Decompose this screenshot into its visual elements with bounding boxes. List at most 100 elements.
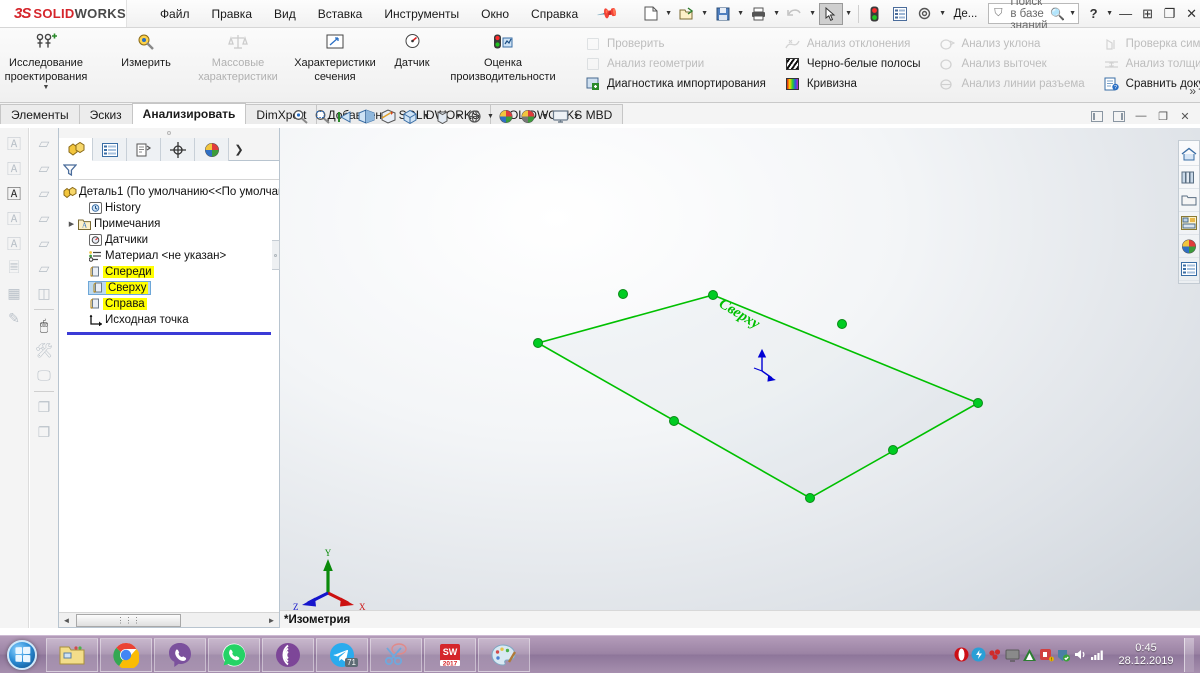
autocad-icon[interactable] <box>1021 645 1038 665</box>
location-dimension-icon[interactable]: 🄰 <box>2 181 26 206</box>
home-icon[interactable] <box>1179 143 1199 166</box>
pushpin-icon[interactable]: 📌 <box>596 2 619 26</box>
restore-button[interactable]: ⊞ <box>1137 3 1159 25</box>
symmetry-check-button[interactable]: Проверка симметрии <box>1099 34 1200 54</box>
geometry-analysis-button[interactable]: Анализ геометрии <box>580 54 772 74</box>
undo-caret-icon[interactable]: ▼ <box>808 3 818 25</box>
doc-minimize-icon[interactable]: — <box>1130 106 1152 126</box>
tab-sketch[interactable]: Эскиз <box>78 104 133 124</box>
tree-node-material[interactable]: Материал <не указан> <box>63 248 279 264</box>
tree-node-part[interactable]: Деталь1 (По умолчанию<<По умолчан <box>63 184 279 200</box>
show-desktop-button[interactable] <box>1184 637 1194 672</box>
save-icon[interactable] <box>711 3 735 25</box>
taskbar-item-windows-explorer[interactable] <box>46 637 98 672</box>
tree-node-annotations[interactable]: ▶ A Примечания <box>63 216 279 232</box>
print-caret-icon[interactable]: ▼ <box>772 3 782 25</box>
menu-item-edit[interactable]: Правка <box>200 3 263 25</box>
search-caret-icon[interactable]: ▼ <box>1068 3 1078 25</box>
doc-restore-icon[interactable]: ❐ <box>1152 106 1174 126</box>
flash-icon[interactable] <box>987 645 1004 665</box>
cascade-windows-icon[interactable]: ❐ <box>32 420 56 445</box>
menu-item-tools[interactable]: Инструменты <box>373 3 470 25</box>
edit-appearance-icon[interactable] <box>464 106 485 127</box>
previous-view-icon[interactable] <box>334 106 355 127</box>
front-plane-icon[interactable]: ▱ <box>32 131 56 156</box>
gear-caret-icon[interactable]: ▼ <box>938 3 948 25</box>
datum-icon[interactable]: 🄰 <box>2 231 26 256</box>
scroll-left-arrow[interactable]: ◄ <box>59 616 74 625</box>
hide-show-items-icon[interactable] <box>432 106 453 127</box>
draft-analysis-button[interactable]: Анализ уклона <box>935 34 1091 54</box>
design-study-button[interactable]: Исследование проектирования ▼ <box>0 28 92 100</box>
undercut-analysis-button[interactable]: Анализ выточек <box>935 54 1091 74</box>
maximize-button[interactable]: ❐ <box>1159 3 1181 25</box>
section-properties-button[interactable]: Характеристики сечения <box>284 28 386 100</box>
rollback-bar[interactable] <box>67 332 271 335</box>
screen-capture-icon[interactable]: 🖵 <box>32 363 56 388</box>
custom-properties-icon[interactable] <box>1179 258 1199 281</box>
menu-item-insert[interactable]: Вставка <box>307 3 374 25</box>
taskbar-clock[interactable]: 0:45 28.12.2019 <box>1114 642 1178 668</box>
hide-show-caret-icon[interactable]: ▼ <box>454 106 463 127</box>
top-plane-icon[interactable]: ▱ <box>32 231 56 256</box>
thickness-analysis-button[interactable]: Анализ толщины <box>1099 54 1200 74</box>
taskbar-item-viber[interactable] <box>154 637 206 672</box>
restore-left-icon[interactable] <box>1086 106 1108 126</box>
sensor-button[interactable]: Датчик <box>386 28 438 100</box>
display-monitor-caret-icon[interactable]: ▼ <box>572 106 581 127</box>
select-caret-icon[interactable]: ▼ <box>844 3 854 25</box>
tree-node-front-plane[interactable]: Спереди <box>63 264 279 280</box>
isometric-view-icon[interactable]: ◫ <box>32 281 56 306</box>
parting-line-analysis-button[interactable]: Анализ линии разъема <box>935 74 1091 94</box>
more-commands-label[interactable]: Де... <box>949 8 983 20</box>
compare-documents-button[interactable]: ? Сравнить документы <box>1099 74 1200 94</box>
tree-node-history[interactable]: History <box>63 200 279 216</box>
gear-icon[interactable] <box>913 3 937 25</box>
check-button[interactable]: Проверить <box>580 34 772 54</box>
panel-splitter-grip[interactable] <box>272 240 280 270</box>
scroll-right-arrow[interactable]: ► <box>264 616 279 625</box>
view-settings-caret-icon[interactable]: ▼ <box>540 106 549 127</box>
start-button[interactable] <box>0 638 44 672</box>
view-settings-icon[interactable] <box>518 106 539 127</box>
save-caret-icon[interactable]: ▼ <box>736 3 746 25</box>
tile-windows-icon[interactable]: ❐ <box>32 395 56 420</box>
new-document-caret-icon[interactable]: ▼ <box>664 3 674 25</box>
measure-button[interactable]: Измерить <box>100 28 192 100</box>
taskbar-item-tor-browser[interactable] <box>262 637 314 672</box>
tab-features[interactable]: Элементы <box>0 104 80 124</box>
tree-node-origin[interactable]: Исходная точка <box>63 312 279 328</box>
zoom-to-fit-icon[interactable] <box>290 106 311 127</box>
right-plane-icon[interactable]: ▱ <box>32 206 56 231</box>
monitor-icon[interactable] <box>1004 645 1021 665</box>
design-library-icon[interactable] <box>1179 166 1199 189</box>
search-input[interactable]: ⛉ Поиск в базе знаний 🔍 ▼ <box>988 0 1079 32</box>
select-other-icon[interactable]: 🖱 <box>32 313 56 338</box>
help-button[interactable]: ? <box>1083 3 1105 25</box>
new-document-icon[interactable] <box>639 3 663 25</box>
panel-grip[interactable] <box>59 128 279 138</box>
curvature-button[interactable]: Кривизна <box>780 74 927 94</box>
opera-icon[interactable] <box>953 645 970 665</box>
volume-icon[interactable] <box>1072 645 1089 665</box>
print-icon[interactable] <box>747 3 771 25</box>
select-arrow-icon[interactable] <box>818 2 843 25</box>
view-orientation-icon[interactable] <box>378 106 399 127</box>
expander-annotations[interactable]: ▶ <box>66 220 77 228</box>
taskbar-item-paint[interactable] <box>478 637 530 672</box>
tree-node-top-plane[interactable]: Сверху <box>63 280 279 296</box>
help-caret-icon[interactable]: ▼ <box>1105 3 1115 25</box>
taskbar-item-solidworks-2017[interactable]: SW 2017 <box>424 637 476 672</box>
feature-manager-icon[interactable] <box>59 138 93 161</box>
mass-properties-button[interactable]: Массовые характеристики <box>192 28 284 100</box>
graphics-area[interactable]: Сверху Y X Z <box>280 128 1200 628</box>
display-style-caret-icon[interactable]: ▼ <box>422 106 431 127</box>
close-button[interactable]: ✕ <box>1181 3 1200 25</box>
back-plane-icon[interactable]: ▱ <box>32 156 56 181</box>
show-tolerance-status-icon[interactable]: ✎ <box>2 306 26 331</box>
geometric-tolerance-icon[interactable]: 🗏 <box>2 256 26 281</box>
display-options-icon[interactable] <box>888 3 912 25</box>
ccleaner-icon[interactable] <box>970 645 987 665</box>
feature-filter-bar[interactable] <box>59 161 279 180</box>
taskbar-item-whatsapp[interactable] <box>208 637 260 672</box>
